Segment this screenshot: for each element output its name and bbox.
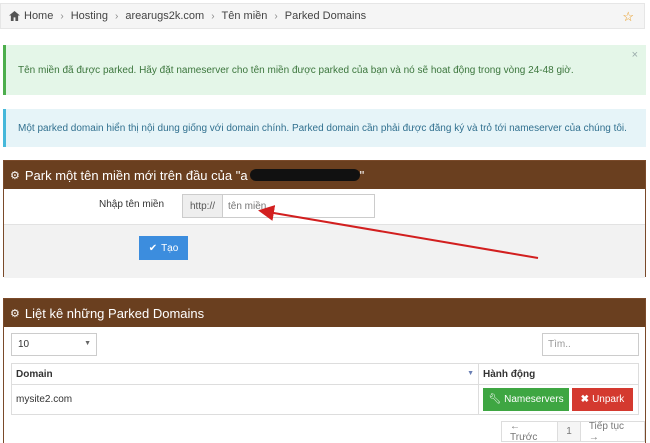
sort-icon[interactable]: ▼ bbox=[467, 370, 474, 377]
page-size-select[interactable]: 10 ▼ bbox=[11, 333, 97, 356]
close-icon[interactable]: × bbox=[632, 49, 638, 61]
pagination: ← Trước 1 Tiếp tục → bbox=[501, 421, 645, 443]
domain-cell: mysite2.com bbox=[11, 384, 479, 415]
nameservers-button-label: Nameservers bbox=[504, 394, 564, 405]
list-panel-title: Liệt kê những Parked Domains bbox=[24, 305, 205, 321]
chevron-right-icon: › bbox=[114, 10, 119, 22]
star-icon[interactable]: ☆ bbox=[622, 9, 634, 25]
table-row: mysite2.com 🔧︎ Nameservers ✖ Unpark bbox=[11, 384, 639, 415]
park-form-row: Nhập tên miền http:// bbox=[4, 189, 645, 224]
park-panel-heading: ⚙ Park một tên miền mới trên đầu của "a … bbox=[4, 161, 645, 189]
chevron-right-icon: › bbox=[60, 10, 64, 22]
actions-cell: 🔧︎ Nameservers ✖ Unpark bbox=[478, 384, 639, 415]
park-panel-title-end: " bbox=[359, 167, 365, 183]
home-icon bbox=[9, 11, 20, 21]
next-page-button[interactable]: Tiếp tục → bbox=[581, 421, 644, 443]
domain-input-group: http:// bbox=[182, 194, 375, 218]
breadcrumb-domains[interactable]: Tên miền bbox=[222, 10, 268, 22]
breadcrumb-domain[interactable]: arearugs2k.com bbox=[125, 10, 204, 22]
unpark-button[interactable]: ✖ Unpark bbox=[572, 388, 633, 411]
redacted-domain bbox=[249, 169, 360, 181]
wrench-icon: 🔧︎ bbox=[488, 394, 502, 405]
caret-down-icon: ▼ bbox=[84, 340, 91, 347]
prev-page-button[interactable]: ← Trước bbox=[502, 421, 559, 443]
info-alert-text: Một parked domain hiển thị nội dung giốn… bbox=[18, 122, 627, 134]
list-panel-heading: ⚙ Liệt kê những Parked Domains bbox=[4, 299, 645, 327]
domain-input[interactable] bbox=[223, 195, 374, 217]
cogs-icon: ⚙ bbox=[10, 169, 20, 182]
close-icon: ✖ bbox=[580, 394, 590, 405]
nameservers-button[interactable]: 🔧︎ Nameservers bbox=[483, 388, 569, 411]
info-alert: Một parked domain hiển thị nội dung giốn… bbox=[3, 109, 646, 147]
chevron-right-icon: › bbox=[211, 10, 215, 22]
park-form-footer: ✔ Tạo bbox=[4, 224, 645, 278]
create-button[interactable]: ✔ Tạo bbox=[139, 236, 188, 260]
page-size-value: 10 bbox=[18, 339, 30, 350]
search-input[interactable]: Tìm.. bbox=[542, 333, 639, 356]
breadcrumb-current: Parked Domains bbox=[284, 10, 367, 22]
success-alert: Tên miền đã được parked. Hãy đặt nameser… bbox=[3, 45, 646, 95]
cogs-icon: ⚙ bbox=[10, 307, 20, 320]
breadcrumb-hosting[interactable]: Hosting bbox=[71, 10, 108, 22]
breadcrumb: Home › Hosting › arearugs2k.com › Tên mi… bbox=[0, 3, 645, 29]
park-domain-panel: ⚙ Park một tên miền mới trên đầu của "a … bbox=[3, 160, 646, 278]
breadcrumb-home[interactable]: Home bbox=[24, 10, 53, 22]
table-header-row: Domain ▼ Hành động bbox=[11, 363, 639, 385]
unpark-button-label: Unpark bbox=[592, 394, 625, 405]
parked-domains-table: Domain ▼ Hành động mysite2.com 🔧︎ Namese… bbox=[11, 363, 639, 415]
http-prefix: http:// bbox=[183, 195, 223, 217]
chevron-right-icon: › bbox=[274, 10, 278, 22]
column-header-domain-label: Domain bbox=[16, 368, 53, 380]
column-header-domain[interactable]: Domain ▼ bbox=[11, 363, 479, 385]
success-alert-text: Tên miền đã được parked. Hãy đặt nameser… bbox=[18, 64, 574, 76]
domain-input-label: Nhập tên miền bbox=[99, 199, 165, 210]
parked-domains-panel: ⚙ Liệt kê những Parked Domains 10 ▼ Tìm.… bbox=[3, 298, 646, 443]
page-number[interactable]: 1 bbox=[558, 422, 581, 441]
check-icon: ✔ bbox=[148, 242, 158, 254]
park-panel-title: Park một tên miền mới trên đầu của "a bbox=[24, 167, 248, 183]
column-header-actions: Hành động bbox=[478, 363, 639, 385]
create-button-label: Tạo bbox=[161, 242, 179, 254]
